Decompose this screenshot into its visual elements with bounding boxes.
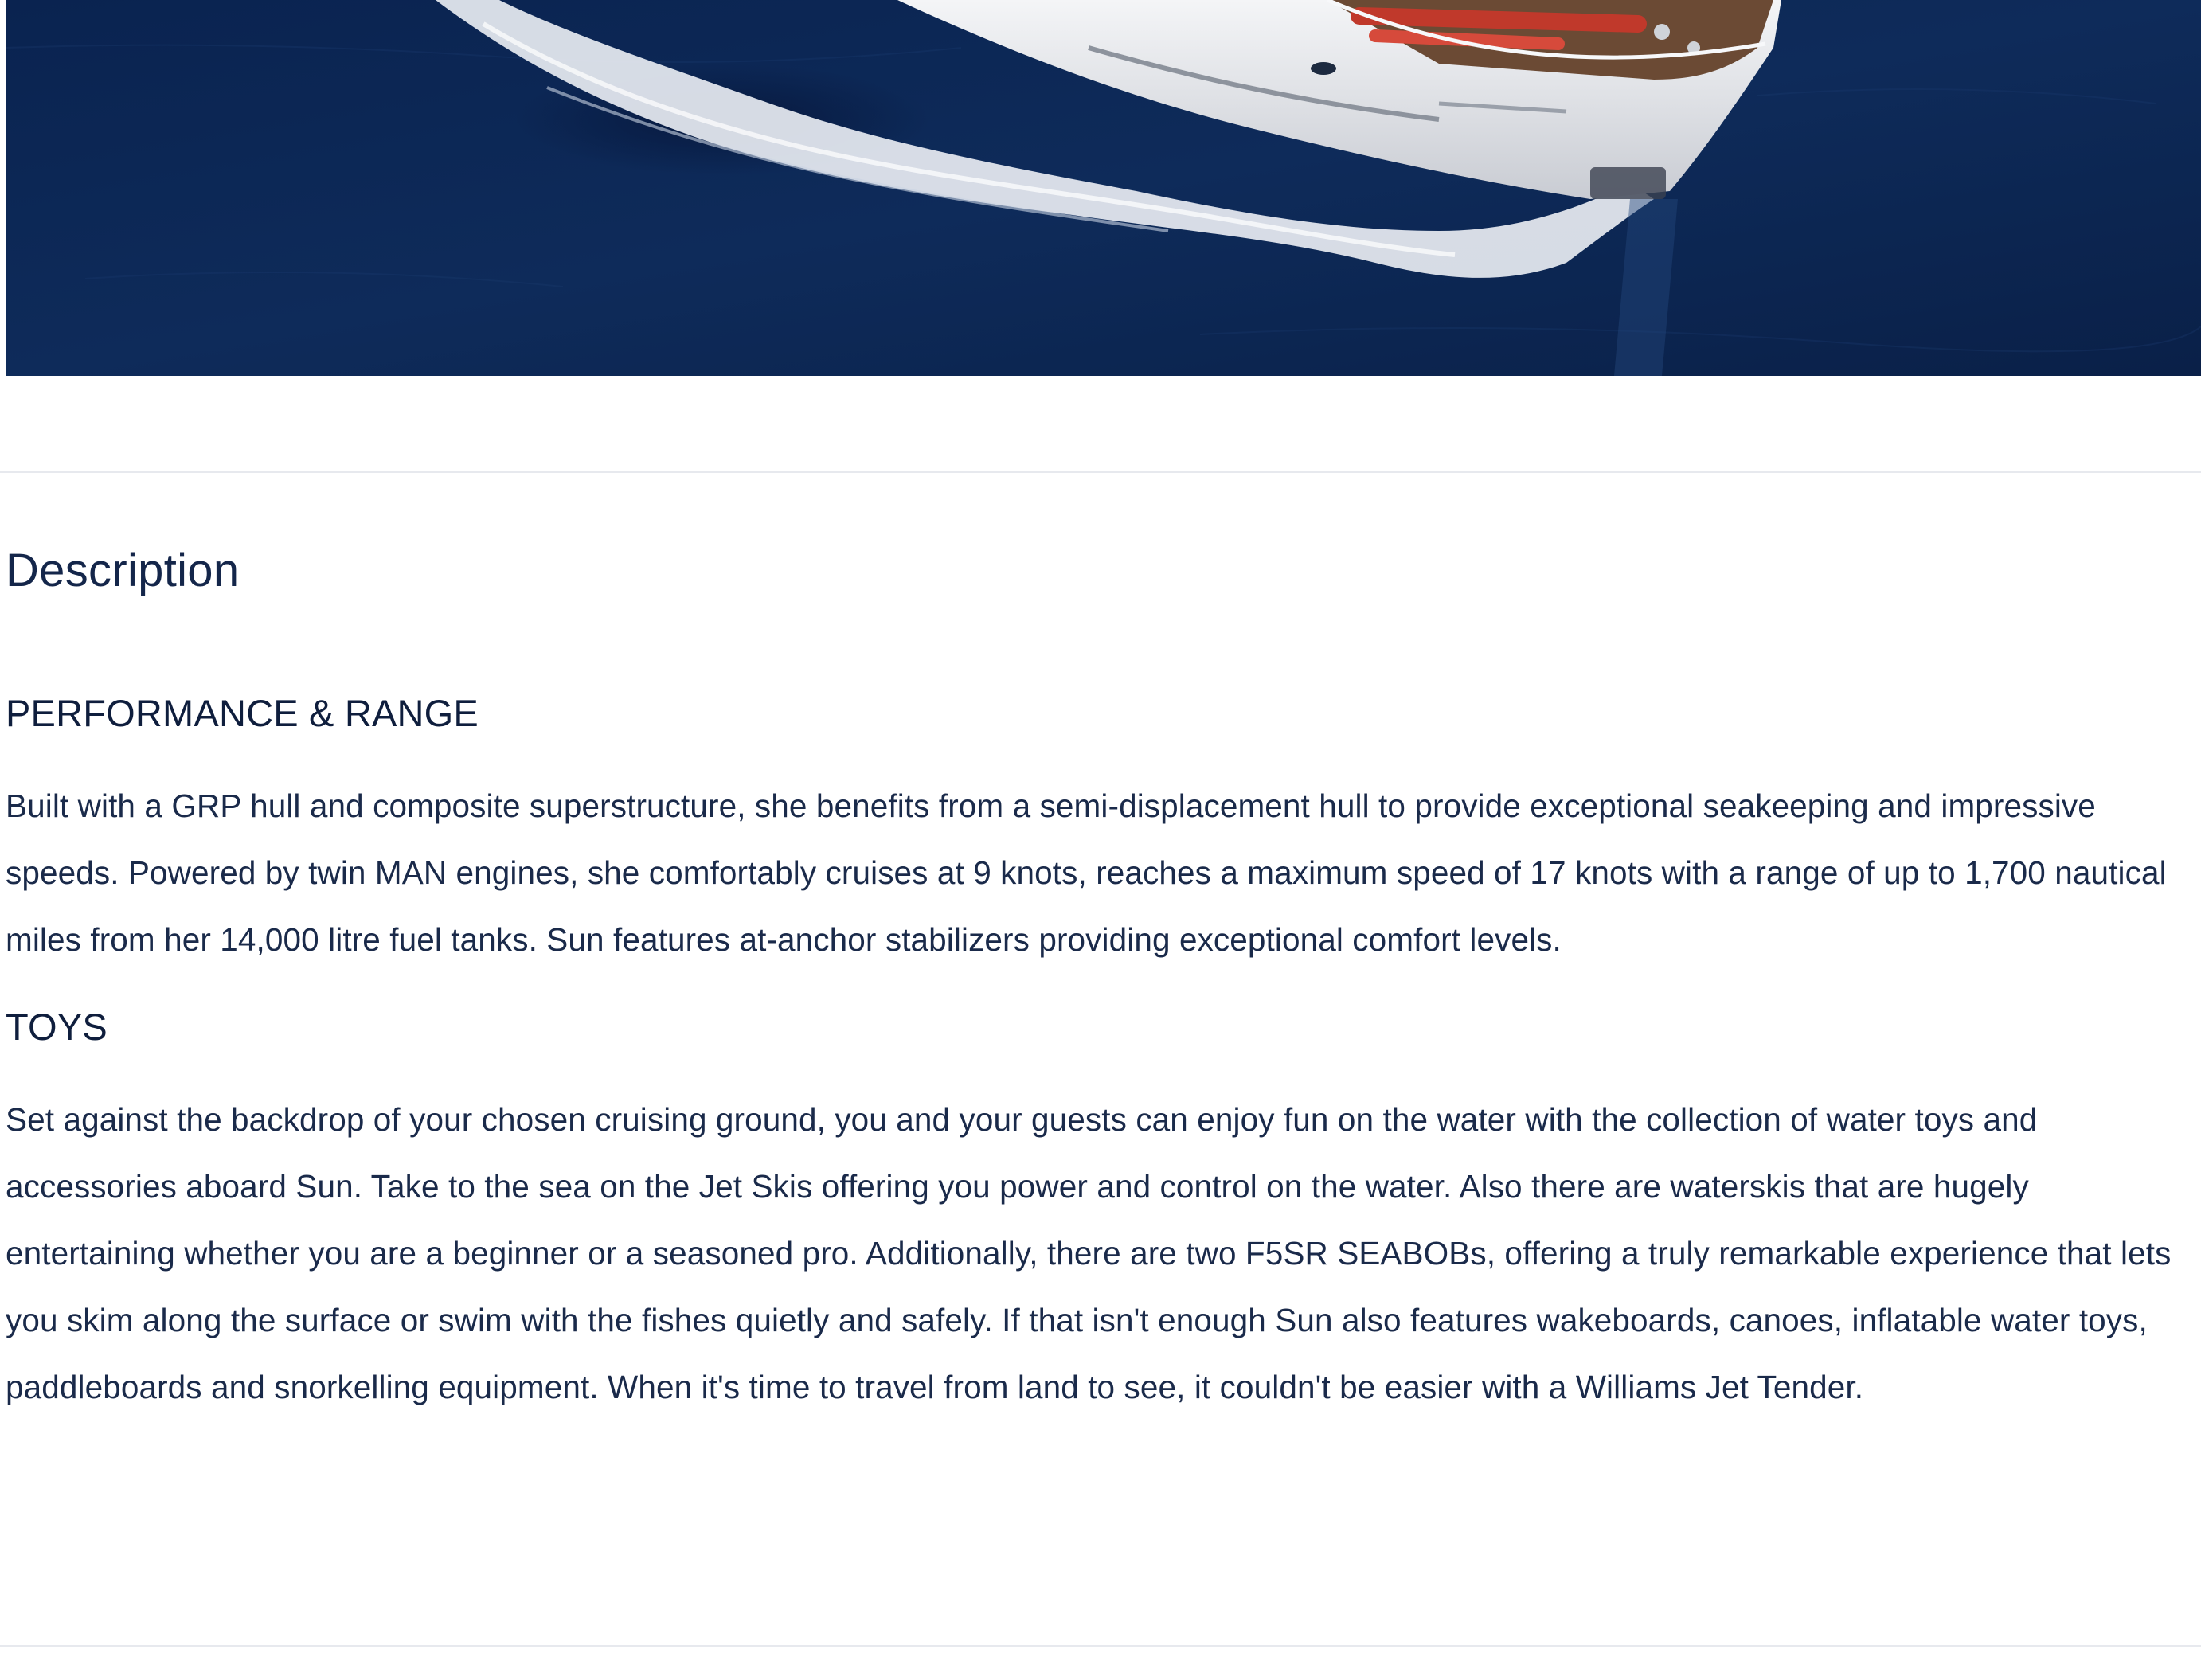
description-title: Description <box>6 545 240 596</box>
description-section: Description PERFORMANCE & RANGE Built wi… <box>6 533 2197 1420</box>
performance-range-text: Built with a GRP hull and composite supe… <box>6 787 2167 958</box>
yacht-photo <box>6 0 2201 376</box>
section-divider-bottom <box>0 1645 2201 1647</box>
section-divider-top <box>0 471 2201 473</box>
toys-heading: TOYS <box>6 1006 108 1048</box>
toys-text: Set against the backdrop of your chosen … <box>6 1101 2172 1405</box>
performance-range-heading: PERFORMANCE & RANGE <box>6 692 479 734</box>
yacht-detail-page: Description PERFORMANCE & RANGE Built wi… <box>0 0 2201 1680</box>
yacht-hero-image <box>6 0 2201 376</box>
